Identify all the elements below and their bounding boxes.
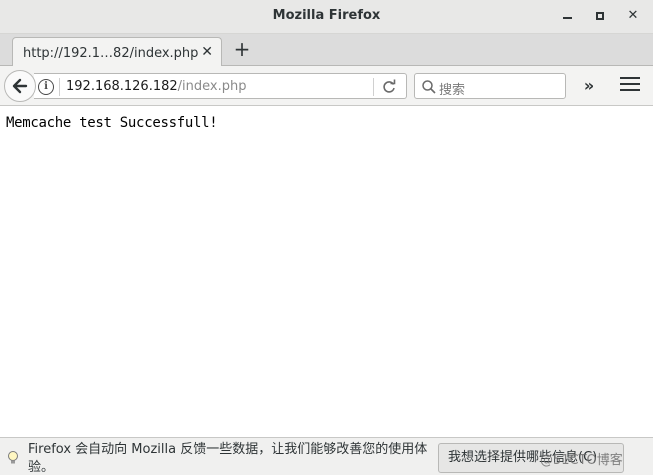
page-body-text: Memcache test Successfull! [6,115,218,131]
search-placeholder: 搜索 [439,83,466,98]
plus-icon: + [233,37,251,61]
minimize-icon [562,16,572,19]
url-separator-right [373,78,374,96]
window-titlebar: Mozilla Firefox ✕ [0,0,653,34]
back-arrow-icon [12,78,28,94]
tab-index-php[interactable]: http://192.1…82/index.php ✕ [12,37,222,67]
notification-message: Firefox 会自动向 Mozilla 反馈一些数据，让我们能够改善您的使用体… [28,442,428,475]
maximize-button[interactable] [589,6,611,26]
url-bar[interactable]: i 192.168.126.182/index.php [34,73,407,99]
tab-label: http://192.1…82/index.php [23,46,199,61]
url-separator [59,78,60,96]
navigation-toolbar: i 192.168.126.182/index.php 搜索 » [0,66,653,106]
search-icon [421,79,437,95]
reload-icon[interactable] [381,78,397,96]
back-button[interactable] [4,70,36,102]
maximize-icon [596,12,604,20]
tab-strip: http://192.1…82/index.php ✕ [0,34,653,67]
close-window-button[interactable]: ✕ [622,6,644,26]
close-icon: ✕ [627,8,639,23]
minimize-button[interactable] [556,6,578,26]
new-tab-button[interactable]: + [232,37,252,61]
overflow-chevron-button[interactable]: » [580,74,598,98]
lightbulb-icon [7,450,19,466]
hamburger-menu-icon[interactable] [620,77,640,95]
info-icon[interactable]: i [38,79,54,95]
page-content: Memcache test Successfull! [0,107,653,437]
url-text[interactable]: 192.168.126.182/index.php [66,79,246,94]
url-path: /index.php [177,79,247,94]
tab-close-icon[interactable]: ✕ [201,44,213,60]
watermark-text: @51CTO博客 [540,453,623,468]
search-input[interactable]: 搜索 [414,73,566,99]
url-host: 192.168.126.182 [66,79,178,94]
